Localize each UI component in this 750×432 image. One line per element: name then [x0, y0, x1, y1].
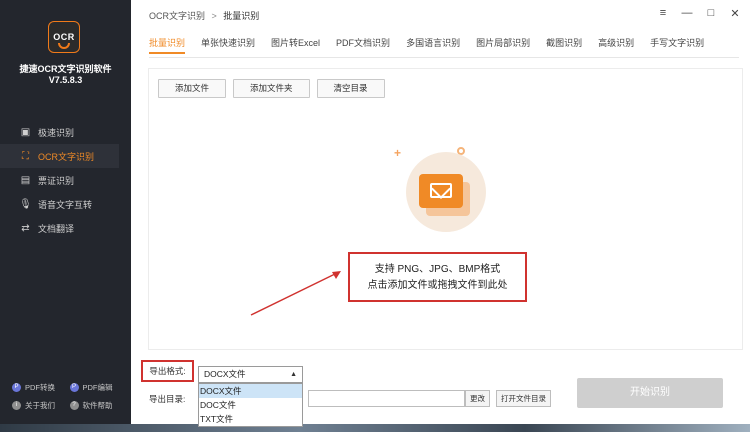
scan-icon: ⛶ — [22, 150, 29, 162]
about-label: 关于我们 — [25, 400, 55, 410]
add-folder-button[interactable]: 添加文件夹 — [233, 79, 310, 98]
help-label: 软件帮助 — [82, 400, 113, 410]
help-icon: ? — [69, 400, 79, 410]
chevron-up-icon: ▲ — [290, 371, 297, 378]
pdf-convert-label: PDF转换 — [25, 382, 55, 392]
sidebar-item-label: 文档翻译 — [38, 223, 75, 234]
start-recognition-button[interactable]: 开始识别 — [577, 378, 723, 408]
file-drop-panel[interactable]: 添加文件 添加文件夹 清空目录 + 支持 PNG、JPG、BMP格式 点击添加文… — [148, 68, 743, 350]
app-logo: OCR — [48, 21, 80, 53]
app-version: V7.5.8.3 — [48, 75, 83, 85]
sidebar-item-translate[interactable]: ⇄ 文档翻译 — [0, 216, 131, 240]
app-name: 捷速OCR文字识别软件 — [19, 64, 112, 74]
tab-batch[interactable]: 批量识别 — [149, 36, 186, 54]
pdf-edit-label: PDF编辑 — [82, 382, 113, 392]
translate-icon: ⇄ — [21, 222, 30, 234]
sidebar-item-ocr[interactable]: ⛶ OCR文字识别 — [0, 144, 119, 168]
tab-divider — [149, 57, 739, 58]
annotation-arrow-icon — [250, 271, 341, 316]
format-option-doc[interactable]: DOC文件 — [199, 398, 302, 412]
sidebar-item-label: 票证识别 — [38, 175, 75, 186]
ticket-icon: ▤ — [20, 174, 31, 186]
info-icon: i — [12, 400, 21, 410]
clear-list-button[interactable]: 清空目录 — [316, 79, 385, 98]
breadcrumb-current: 批量识别 — [223, 11, 260, 21]
breadcrumb: OCR文字识别 > 批量识别 — [149, 9, 259, 22]
open-folder-button[interactable]: 打开文件目录 — [496, 390, 551, 407]
tab-excel[interactable]: 图片转Excel — [271, 36, 320, 54]
sidebar-item-fast-recognition[interactable]: ▣ 极速识别 — [0, 120, 131, 144]
folder-icon — [430, 183, 452, 198]
export-format-dropdown: DOCX文件 DOC文件 TXT文件 — [198, 383, 303, 427]
tab-bar: 批量识别 单张快速识别 图片转Excel PDF文档识别 多国语言识别 图片局部… — [149, 36, 720, 58]
minimize-icon[interactable]: — — [680, 6, 694, 20]
close-icon[interactable]: ✕ — [728, 6, 742, 20]
export-format-label: 导出格式: — [141, 360, 194, 382]
breadcrumb-separator: > — [211, 11, 217, 21]
about-link[interactable]: i 关于我们 — [12, 400, 70, 411]
pdf-convert-icon: P — [12, 382, 21, 392]
drop-hint: 支持 PNG、JPG、BMP格式 点击添加文件或拖拽文件到此处 — [348, 252, 527, 302]
window-controls: ≡ — □ ✕ — [656, 6, 742, 20]
maximize-icon[interactable]: □ — [704, 6, 718, 20]
upload-illustration-icon[interactable]: + — [394, 146, 494, 236]
add-file-button[interactable]: 添加文件 — [158, 79, 227, 98]
file-toolbar: 添加文件 添加文件夹 清空目录 — [158, 79, 385, 98]
plus-sparkle-icon: + — [394, 146, 402, 160]
breadcrumb-parent[interactable]: OCR文字识别 — [149, 11, 205, 21]
logo-text: OCR — [53, 32, 75, 42]
sidebar-item-label: OCR文字识别 — [38, 151, 94, 162]
format-option-txt[interactable]: TXT文件 — [199, 412, 302, 426]
format-option-docx[interactable]: DOCX文件 — [199, 384, 302, 398]
help-link[interactable]: ? 软件帮助 — [69, 400, 128, 411]
pdf-edit-icon: P — [69, 382, 79, 392]
change-dir-button[interactable]: 更改 — [465, 390, 490, 407]
export-dir-label: 导出目录: — [149, 394, 186, 404]
desktop-background — [0, 424, 750, 432]
main-panel: OCR文字识别 > 批量识别 ≡ — □ ✕ 批量识别 单张快速识别 图片转Ex… — [131, 0, 750, 427]
logo-eye-icon — [58, 43, 70, 49]
tab-handwriting[interactable]: 手写文字识别 — [650, 36, 704, 54]
export-dir-input[interactable] — [308, 390, 465, 407]
drop-hint-instruction: 点击添加文件或拖拽文件到此处 — [367, 280, 508, 291]
sidebar-item-label: 极速识别 — [38, 127, 75, 138]
sidebar: OCR 捷速OCR文字识别软件 V7.5.8.3 ▣ 极速识别 ⛶ OCR文字识… — [0, 0, 131, 424]
sidebar-item-ticket[interactable]: ▤ 票证识别 — [0, 168, 131, 192]
export-format-select[interactable]: DOCX文件 ▲ — [198, 366, 303, 383]
tab-partial[interactable]: 图片局部识别 — [476, 36, 530, 54]
sidebar-bottom-links: P PDF转换 P PDF编辑 i 关于我们 ? 软件帮助 — [12, 378, 127, 414]
export-format-value: DOCX文件 — [204, 369, 246, 379]
pdf-edit-link[interactable]: P PDF编辑 — [69, 382, 128, 393]
sidebar-nav: ▣ 极速识别 ⛶ OCR文字识别 ▤ 票证识别 🎙 语音文字互转 ⇄ 文档翻译 — [0, 120, 131, 240]
microphone-icon: 🎙 — [19, 198, 32, 210]
pdf-convert-link[interactable]: P PDF转换 — [12, 382, 70, 393]
sidebar-item-speech[interactable]: 🎙 语音文字互转 — [0, 192, 131, 216]
tab-single[interactable]: 单张快速识别 — [201, 36, 255, 54]
image-icon: ▣ — [20, 126, 31, 138]
drop-hint-formats: 支持 PNG、JPG、BMP格式 — [374, 264, 501, 275]
sidebar-item-label: 语音文字互转 — [38, 199, 93, 210]
tab-advanced[interactable]: 高级识别 — [598, 36, 634, 54]
tab-pdf[interactable]: PDF文档识别 — [336, 36, 390, 54]
tab-screenshot[interactable]: 截图识别 — [546, 36, 582, 54]
menu-icon[interactable]: ≡ — [656, 6, 670, 20]
tab-multilang[interactable]: 多国语言识别 — [406, 36, 460, 54]
